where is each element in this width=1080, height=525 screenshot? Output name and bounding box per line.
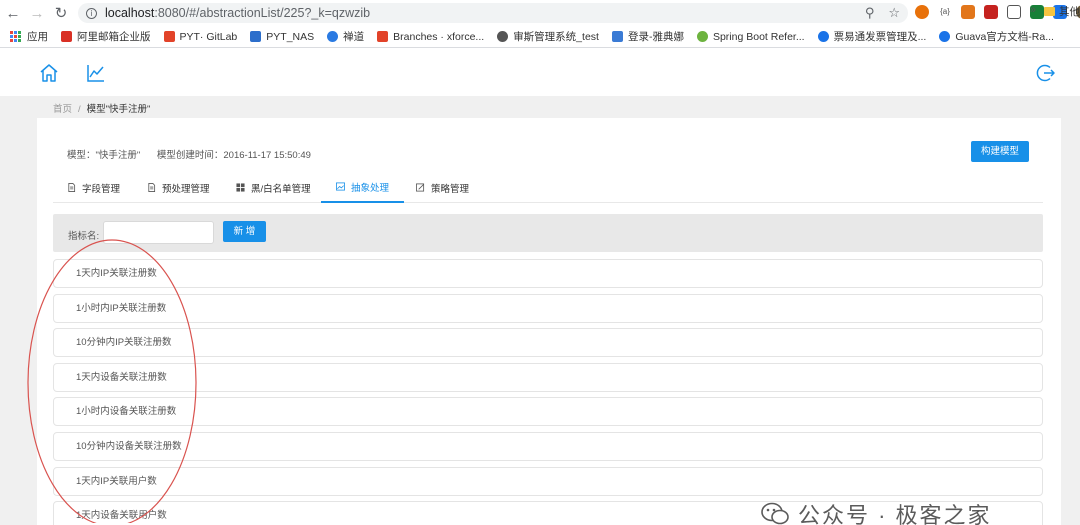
- filter-bar: 指标名: 新 增: [53, 214, 1043, 252]
- list-item[interactable]: 10分钟内IP关联注册数: [53, 328, 1043, 358]
- bookmark-item[interactable]: 审斯管理系统_test: [497, 29, 599, 44]
- model-created-time: 模型创建时间：2016-11-17 15:50:49: [156, 150, 311, 161]
- edit-icon: [416, 183, 425, 192]
- bookmark-item[interactable]: 禅道: [327, 29, 364, 44]
- build-model-button[interactable]: 构建模型: [971, 141, 1029, 162]
- breadcrumb: 首页 / 模型"快手注册": [53, 101, 150, 115]
- watermark: 公众号 · 极客之家: [760, 498, 992, 525]
- bookmark-label: 票易通发票管理及...: [833, 31, 927, 43]
- other-bookmarks[interactable]: 其他: [1044, 4, 1080, 19]
- bookmarks-bar: 应用 阿里邮箱企业版 PYT· GitLab PYT_NAS 禅道 Branch…: [0, 26, 1080, 48]
- app-header: [0, 49, 1080, 96]
- folder-icon: [1044, 7, 1055, 16]
- bookmark-item[interactable]: PYT· GitLab: [163, 30, 238, 43]
- chart-icon[interactable]: [86, 63, 106, 83]
- url-text: localhost:8080/#/abstractionList/225?_k=…: [105, 6, 370, 20]
- extension-icon[interactable]: {a}: [938, 5, 952, 19]
- star-icon[interactable]: ☆: [888, 5, 900, 21]
- bookmark-apps[interactable]: 应用: [10, 29, 48, 44]
- bookmark-label: Branches · xforce...: [393, 30, 485, 43]
- indicator-list: 1天内IP关联注册数 1小时内IP关联注册数 10分钟内IP关联注册数 1天内设…: [53, 259, 1043, 525]
- indicator-name-input[interactable]: [103, 221, 214, 244]
- spring-icon: [696, 31, 708, 42]
- list-item[interactable]: 1天内设备关联注册数: [53, 362, 1043, 392]
- list-item[interactable]: 10分钟内设备关联注册数: [53, 431, 1043, 461]
- tab-label: 策略管理: [431, 183, 470, 195]
- gitlab-icon: [377, 31, 389, 42]
- tab-label: 预处理管理: [162, 183, 210, 195]
- extension-icon[interactable]: [961, 5, 975, 19]
- tab-strategy-management[interactable]: 策略管理: [416, 172, 469, 203]
- globe-icon: [497, 31, 509, 42]
- logout-icon[interactable]: [1036, 63, 1056, 83]
- image-icon: [336, 182, 345, 191]
- document-icon: [148, 183, 156, 192]
- invoice-icon: [817, 31, 829, 42]
- extension-icon[interactable]: [984, 5, 998, 19]
- bookmark-label: 阿里邮箱企业版: [77, 31, 151, 43]
- address-bar[interactable]: i localhost:8080/#/abstractionList/225?_…: [78, 3, 908, 23]
- tab-preprocess-management[interactable]: 预处理管理: [147, 172, 210, 203]
- model-info: 模型："快手注册" 模型创建时间：2016-11-17 15:50:49: [67, 147, 325, 161]
- bookmark-item[interactable]: Guava官方文档-Ra...: [939, 29, 1054, 44]
- wechat-icon: [761, 502, 789, 525]
- add-button[interactable]: 新 增: [223, 221, 266, 242]
- bookmark-label: PYT· GitLab: [179, 30, 238, 43]
- tab-label: 抽象处理: [351, 182, 390, 194]
- list-item[interactable]: 1小时内IP关联注册数: [53, 293, 1043, 323]
- mail-icon: [61, 31, 72, 42]
- breadcrumb-current: 模型"快手注册": [86, 104, 151, 115]
- nas-icon: [250, 31, 262, 42]
- reload-icon[interactable]: ↻: [50, 2, 72, 24]
- bookmark-item[interactable]: 票易通发票管理及...: [817, 29, 927, 44]
- bookmark-item[interactable]: 登录-雅典娜: [611, 29, 684, 44]
- bookmark-label: Spring Boot Refer...: [712, 30, 805, 43]
- bookmark-label: PYT_NAS: [266, 30, 315, 43]
- tab-field-management[interactable]: 字段管理: [67, 172, 120, 203]
- extension-icon[interactable]: [1007, 5, 1021, 19]
- bookmark-item[interactable]: Branches · xforce...: [377, 31, 484, 43]
- bookmarks-more-button[interactable]: »: [1030, 4, 1036, 16]
- tab-abstraction[interactable]: 抽象处理: [321, 172, 405, 203]
- tab-label: 黑/白名单管理: [251, 183, 311, 195]
- guava-icon: [939, 31, 951, 42]
- bookmark-label: Guava官方文档-Ra...: [955, 31, 1054, 43]
- bookmark-label: 禅道: [343, 31, 365, 43]
- list-item[interactable]: 1小时内设备关联注册数: [53, 397, 1043, 427]
- bookmark-item[interactable]: Spring Boot Refer...: [696, 30, 805, 43]
- model-name: 模型："快手注册": [67, 150, 141, 161]
- document-icon: [68, 183, 76, 192]
- indicator-name-label: 指标名:: [68, 231, 100, 242]
- breadcrumb-home[interactable]: 首页: [53, 104, 72, 115]
- zentao-icon: [327, 31, 339, 42]
- key-icon[interactable]: ⚲: [865, 5, 875, 21]
- athena-icon: [611, 31, 623, 42]
- bookmark-label: 应用: [27, 31, 48, 43]
- home-icon[interactable]: [39, 63, 59, 83]
- apps-icon: [10, 31, 21, 42]
- tab-bar: 字段管理 预处理管理 黑/白名单管理 抽象处理 策略管理: [53, 172, 1043, 203]
- extension-icon[interactable]: [915, 5, 929, 19]
- list-item[interactable]: 1天内IP关联用户数: [53, 466, 1043, 496]
- url-host: localhost: [105, 6, 155, 20]
- bookmark-item[interactable]: 阿里邮箱企业版: [61, 29, 151, 44]
- bookmark-label: 登录-雅典娜: [627, 31, 684, 43]
- gitlab-icon: [163, 31, 175, 42]
- bookmark-label: 审斯管理系统_test: [513, 31, 599, 43]
- grid-icon: [236, 183, 245, 192]
- back-icon[interactable]: ←: [2, 2, 24, 24]
- watermark-text: 公众号 · 极客之家: [798, 503, 992, 525]
- info-icon[interactable]: i: [86, 7, 97, 19]
- other-bookmarks-label: 其他: [1059, 6, 1080, 18]
- bookmark-item[interactable]: PYT_NAS: [250, 31, 314, 43]
- tab-label: 字段管理: [82, 183, 121, 195]
- url-path: :8080/#/abstractionList/225?_k=qzwzib: [154, 6, 371, 20]
- forward-icon[interactable]: →: [26, 2, 48, 24]
- list-item[interactable]: 1天内IP关联注册数: [53, 259, 1043, 288]
- tab-blackwhite-list[interactable]: 黑/白名单管理: [236, 172, 311, 203]
- breadcrumb-separator: /: [78, 104, 81, 115]
